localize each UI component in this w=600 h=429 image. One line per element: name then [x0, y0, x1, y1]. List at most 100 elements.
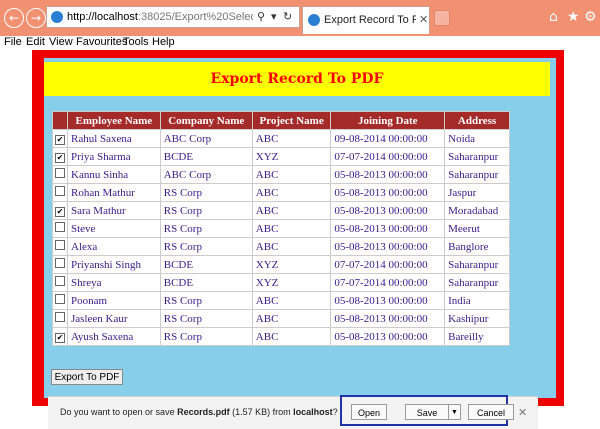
employee-name-cell: Jasleen Kaur	[67, 309, 161, 328]
open-button[interactable]: Open	[351, 404, 387, 420]
joining-date-cell: 07-07-2014 00:00:00	[330, 255, 446, 274]
home-icon[interactable]: ⌂	[549, 9, 558, 25]
row-checkbox[interactable]	[55, 240, 65, 250]
row-checkbox[interactable]	[55, 186, 65, 196]
menu-help[interactable]: Help	[152, 36, 175, 48]
msg-post: ?	[332, 407, 338, 417]
menu-favourites[interactable]: Favourites	[76, 36, 127, 48]
employee-name-cell: Shreya	[67, 273, 161, 292]
joining-date-cell: 05-08-2013 00:00:00	[330, 201, 446, 220]
settings-gear-icon[interactable]: ⚙	[584, 9, 597, 25]
project-name-cell: ABC	[251, 201, 332, 220]
table-row: Alexa RS Corp ABC 05-08-2013 00:00:00 Banglo…	[52, 237, 510, 256]
select-cell	[52, 219, 68, 238]
table-row: Kannu Sinha ABC Corp ABC 05-08-2013 00:00:0…	[52, 165, 510, 184]
joining-date-cell: 05-08-2013 00:00:00	[330, 219, 446, 238]
table-row: ✔ Priya Sharma BCDE XYZ 07-07-2014 00:00:00 S…	[52, 147, 510, 166]
header-company-name: Company Name	[159, 111, 253, 130]
save-button[interactable]: Save	[405, 404, 449, 420]
header-select	[52, 111, 68, 130]
row-checkbox[interactable]: ✔	[55, 152, 65, 163]
tab-title: Export Record To PDF using...	[324, 14, 416, 26]
joining-date-cell: 05-08-2013 00:00:00	[330, 183, 446, 202]
address-cell: Saharanpur	[444, 273, 510, 292]
project-name-cell: ABC	[251, 183, 332, 202]
back-arrow-icon[interactable]: ←	[4, 8, 24, 28]
company-name-cell: RS Corp	[159, 291, 253, 310]
export-to-pdf-button[interactable]: Export To PDF	[51, 369, 123, 385]
menu-tools[interactable]: Tools	[123, 36, 149, 48]
employee-name-cell: Kannu Sinha	[67, 165, 161, 184]
menu-view[interactable]: View	[49, 36, 73, 48]
select-cell	[52, 309, 68, 328]
download-notification-bar: Do you want to open or save Records.pdf …	[48, 395, 538, 429]
table-row: Priyanshi Singh BCDE XYZ 07-07-2014 00:00:0…	[52, 255, 510, 274]
project-name-cell: ABC	[251, 237, 332, 256]
dropdown-icon[interactable]: ▾	[271, 10, 277, 23]
row-checkbox[interactable]	[55, 168, 65, 178]
forward-arrow-icon[interactable]: →	[26, 8, 46, 28]
company-name-cell: RS Corp	[159, 309, 253, 328]
address-cell: Bareilly	[444, 327, 510, 346]
employee-table: Employee Name Company Name Project Name …	[52, 111, 510, 346]
select-cell	[52, 255, 68, 274]
menu-edit[interactable]: Edit	[26, 36, 45, 48]
row-checkbox[interactable]	[55, 294, 65, 304]
refresh-icon[interactable]: ↻	[283, 10, 292, 23]
employee-name-cell: Poonam	[67, 291, 161, 310]
address-cell: Moradabad	[444, 201, 510, 220]
address-cell: Saharanpur	[444, 255, 510, 274]
save-options-dropdown-icon[interactable]: ▼	[449, 404, 461, 420]
company-name-cell: RS Corp	[159, 237, 253, 256]
row-checkbox[interactable]: ✔	[55, 206, 65, 217]
joining-date-cell: 05-08-2013 00:00:00	[330, 327, 446, 346]
menu-bar: File Edit View Favourites Tools Help	[0, 36, 600, 50]
select-cell: ✔	[52, 327, 68, 346]
employee-name-cell: Ayush Saxena	[67, 327, 161, 346]
header-project-name: Project Name	[251, 111, 332, 130]
select-cell	[52, 291, 68, 310]
download-host: localhost	[293, 407, 333, 417]
new-tab-button[interactable]	[434, 10, 450, 26]
row-checkbox[interactable]: ✔	[55, 134, 65, 145]
favorites-star-icon[interactable]: ★	[567, 9, 580, 25]
close-icon[interactable]: ✕	[518, 406, 527, 419]
address-cell: Noida	[444, 129, 510, 148]
project-name-cell: XYZ	[251, 147, 332, 166]
joining-date-cell: 05-08-2013 00:00:00	[330, 309, 446, 328]
select-cell	[52, 273, 68, 292]
menu-file[interactable]: File	[4, 36, 22, 48]
employee-name-cell: Sara Mathur	[67, 201, 161, 220]
employee-name-cell: Rahul Saxena	[67, 129, 161, 148]
row-checkbox[interactable]: ✔	[55, 332, 65, 343]
row-checkbox[interactable]	[55, 258, 65, 268]
joining-date-cell: 05-08-2013 00:00:00	[330, 291, 446, 310]
project-name-cell: ABC	[251, 129, 332, 148]
table-row: Jasleen Kaur RS Corp ABC 05-08-2013 00:00:0…	[52, 309, 510, 328]
table-row: ✔ Rahul Saxena ABC Corp ABC 09-08-2014 00:00…	[52, 129, 510, 148]
header-employee-name: Employee Name	[67, 111, 161, 130]
cancel-button[interactable]: Cancel	[468, 404, 514, 420]
company-name-cell: BCDE	[159, 147, 253, 166]
project-name-cell: ABC	[251, 309, 332, 328]
table-row: Shreya BCDE XYZ 07-07-2014 00:00:00 Saharanp…	[52, 273, 510, 292]
employee-name-cell: Rohan Mathur	[67, 183, 161, 202]
search-icon[interactable]: ⚲	[257, 10, 265, 23]
address-cell: India	[444, 291, 510, 310]
row-checkbox[interactable]	[55, 276, 65, 286]
row-checkbox[interactable]	[55, 312, 65, 322]
company-name-cell: RS Corp	[159, 201, 253, 220]
browser-toolbar: ← → http://localhost:38025/Export%20Sele…	[0, 0, 600, 36]
page-title: Export Record To PDF	[44, 62, 550, 96]
url-path: :38025/Export%20Selected%20Record%20	[137, 11, 253, 23]
row-checkbox[interactable]	[55, 222, 65, 232]
browser-tab-active[interactable]: Export Record To PDF using... ✕	[302, 6, 430, 34]
project-name-cell: ABC	[251, 219, 332, 238]
company-name-cell: BCDE	[159, 273, 253, 292]
tab-close-icon[interactable]: ✕	[419, 13, 428, 26]
joining-date-cell: 09-08-2014 00:00:00	[330, 129, 446, 148]
address-bar[interactable]: http://localhost:38025/Export%20Selected…	[46, 6, 300, 28]
employee-name-cell: Steve	[67, 219, 161, 238]
table-row: Rohan Mathur RS Corp ABC 05-08-2013 00:00:0…	[52, 183, 510, 202]
select-cell: ✔	[52, 147, 68, 166]
